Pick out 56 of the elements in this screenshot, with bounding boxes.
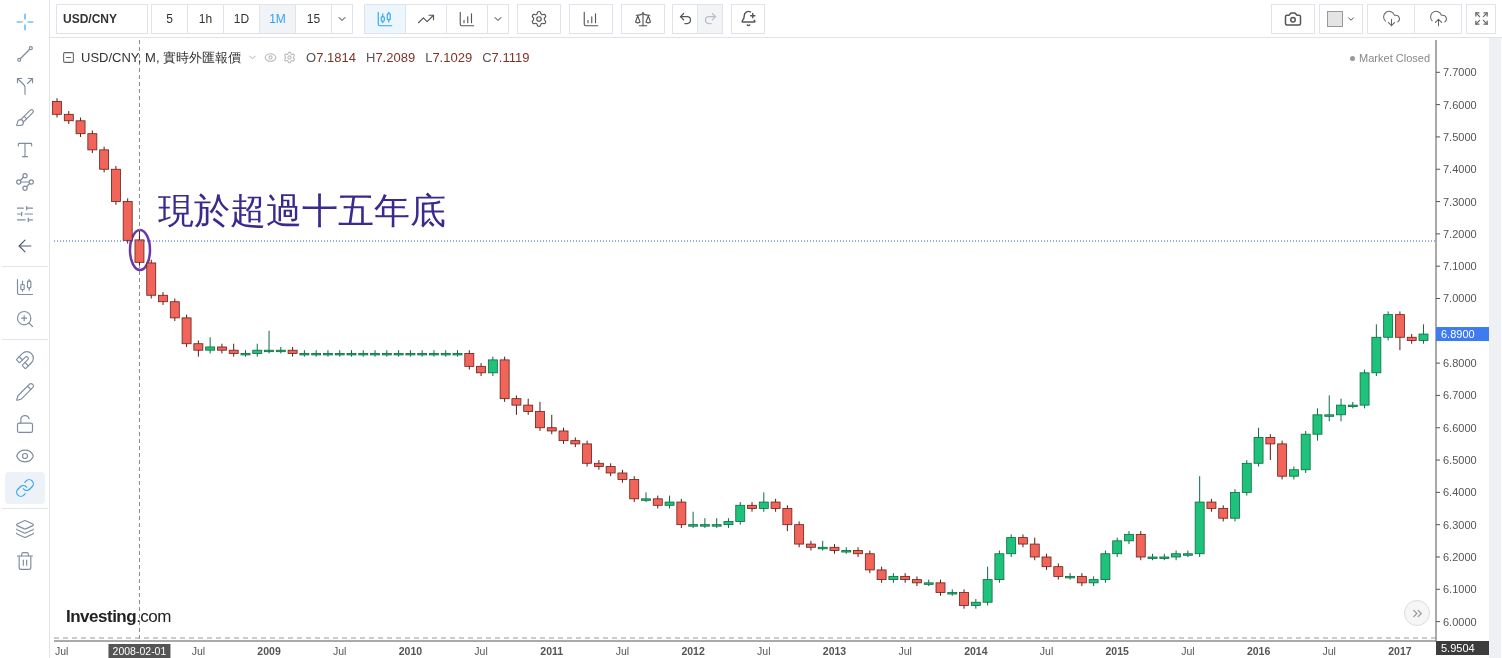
legend-value: 7.1029 — [432, 49, 473, 67]
legend-label: O — [306, 49, 317, 67]
legend-value: 7.2089 — [375, 49, 416, 67]
axis-label: 7.7000 — [1443, 66, 1477, 79]
legend-value: 7.1119 — [491, 49, 530, 67]
price-marker: 6.8900 — [1436, 327, 1489, 342]
logo: Investing.com — [66, 606, 171, 628]
axis-label: 7.6000 — [1443, 98, 1477, 111]
axis-label: Jul — [191, 645, 206, 657]
axis-label: Jul — [1039, 645, 1054, 657]
axis-label: 2017 — [1388, 645, 1412, 657]
axis-label: 6.2000 — [1443, 551, 1477, 563]
axis-label: Jul — [1181, 645, 1195, 657]
interval-button[interactable]: 1h — [187, 3, 224, 34]
axis-label: 7.3000 — [1443, 195, 1477, 208]
axis-label: Jul — [474, 645, 488, 657]
axis-label: 2012 — [681, 645, 705, 657]
axis-label: Jul — [615, 645, 630, 657]
axis-label: Jul — [55, 645, 69, 657]
axis-label: 2013 — [822, 645, 847, 657]
axis-label: 7.1000 — [1443, 260, 1477, 273]
legend-label: C — [482, 49, 492, 67]
axis-label: 6.1000 — [1443, 583, 1477, 596]
axis-label: 6.7000 — [1443, 389, 1477, 402]
legend-value: 7.1814 — [316, 49, 356, 67]
axis-label: 7.5000 — [1443, 130, 1477, 143]
market-status: Market Closed — [1359, 51, 1430, 66]
axis-label: 6.3000 — [1443, 518, 1477, 531]
interval-button[interactable]: 15 — [295, 3, 332, 34]
axis-label: 6.0000 — [1443, 615, 1477, 628]
interval-button[interactable]: 5 — [151, 3, 188, 34]
axis-label: 6.6000 — [1443, 421, 1477, 434]
axis-label: 2010 — [398, 645, 423, 657]
symbol-field[interactable]: USD/CNY — [56, 3, 148, 34]
axis-label: 6.8000 — [1443, 357, 1477, 370]
axis-label: 7.4000 — [1443, 163, 1477, 176]
annotation-text: 現於超過十五年底 — [158, 193, 446, 229]
axis-label: Jul — [757, 645, 771, 657]
date-marker: 2008-02-01 — [108, 644, 171, 658]
axis-label: Jul — [898, 645, 912, 657]
legend-label: H — [366, 49, 376, 67]
axis-label: 2009 — [257, 645, 281, 657]
axis-label: Jul — [1322, 645, 1336, 657]
axis-label: 2015 — [1105, 645, 1129, 657]
axis-label: 6.5000 — [1443, 454, 1477, 467]
axis-label: 7.2000 — [1443, 227, 1477, 240]
legend-label: L — [425, 49, 433, 67]
axis-label: 2014 — [964, 645, 988, 657]
axis-label: Jul — [333, 645, 347, 657]
legend-title: USD/CNY, M, 實時外匯報價 — [81, 49, 242, 67]
axis-label: 7.0000 — [1443, 292, 1477, 305]
price-marker: 5.9504 — [1436, 641, 1489, 655]
axis-label: 2011 — [540, 645, 564, 657]
axis-label: 6.4000 — [1443, 486, 1477, 499]
axis-label: 2016 — [1246, 645, 1271, 657]
interval-button[interactable]: 1D — [223, 3, 260, 34]
